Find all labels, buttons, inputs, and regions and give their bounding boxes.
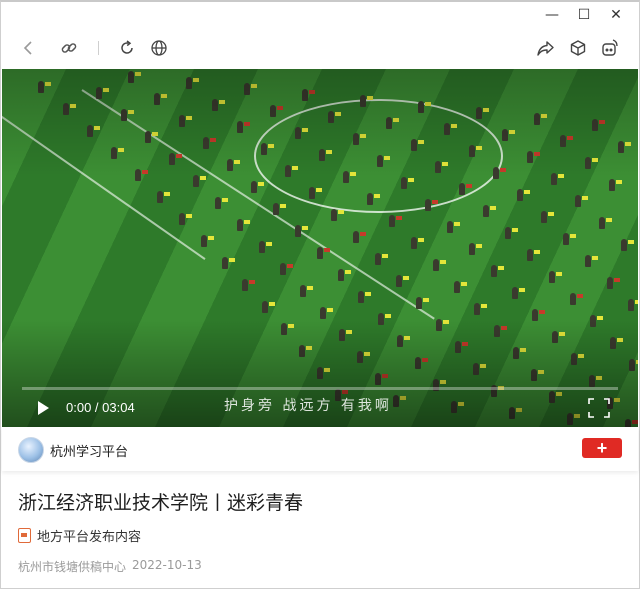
article-date: 2022-10-13 — [132, 558, 202, 572]
link-icon — [61, 43, 77, 53]
share-button[interactable] — [534, 36, 558, 60]
video-player[interactable]: 0:00 / 03:04 护身旁 战远方 有我啊 — [2, 69, 638, 427]
publish-icon — [18, 528, 31, 543]
toolbar-divider — [98, 41, 99, 55]
maximize-button[interactable]: ☐ — [568, 6, 600, 24]
video-shade — [2, 69, 638, 427]
article-meta: 杭州市钱塘供稿中心 2022-10-13 — [18, 558, 202, 575]
globe-icon — [151, 40, 167, 56]
channel-name[interactable]: 杭州学习平台 — [50, 441, 128, 460]
back-icon — [23, 41, 32, 55]
source-label: 地方平台发布内容 — [37, 530, 142, 545]
follow-button[interactable]: + — [582, 438, 622, 458]
cube-icon — [570, 40, 586, 56]
3d-view-button[interactable] — [566, 36, 590, 60]
play-icon — [38, 401, 49, 415]
back-button[interactable] — [16, 36, 40, 60]
video-subtitle: 护身旁 战远方 有我啊 — [224, 398, 392, 414]
fullscreen-icon — [588, 398, 610, 418]
channel-avatar[interactable] — [18, 437, 44, 463]
article-author: 杭州市钱塘供稿中心 — [18, 560, 127, 574]
video-progress-bar[interactable] — [22, 387, 618, 390]
minimize-button[interactable]: — — [536, 6, 568, 24]
fullscreen-button[interactable] — [588, 398, 610, 418]
window-controls: — ☐ ✕ — [536, 6, 632, 24]
channel-bar: 杭州学习平台 + — [2, 427, 638, 471]
refresh-icon — [121, 40, 133, 54]
copy-link-button[interactable] — [57, 36, 81, 60]
refresh-button[interactable] — [115, 36, 139, 60]
toolbar — [0, 34, 640, 62]
play-button[interactable] — [34, 399, 52, 417]
video-time: 0:00 / 03:04 — [66, 400, 135, 415]
assistant-button[interactable] — [598, 36, 622, 60]
share-icon — [537, 41, 554, 56]
ai-assistant-icon — [602, 39, 618, 56]
article-title: 浙江经济职业技术学院丨迷彩青春 — [18, 492, 304, 514]
source-badge: 地方平台发布内容 — [18, 526, 141, 545]
browser-button[interactable] — [147, 36, 171, 60]
close-button[interactable]: ✕ — [600, 6, 632, 24]
